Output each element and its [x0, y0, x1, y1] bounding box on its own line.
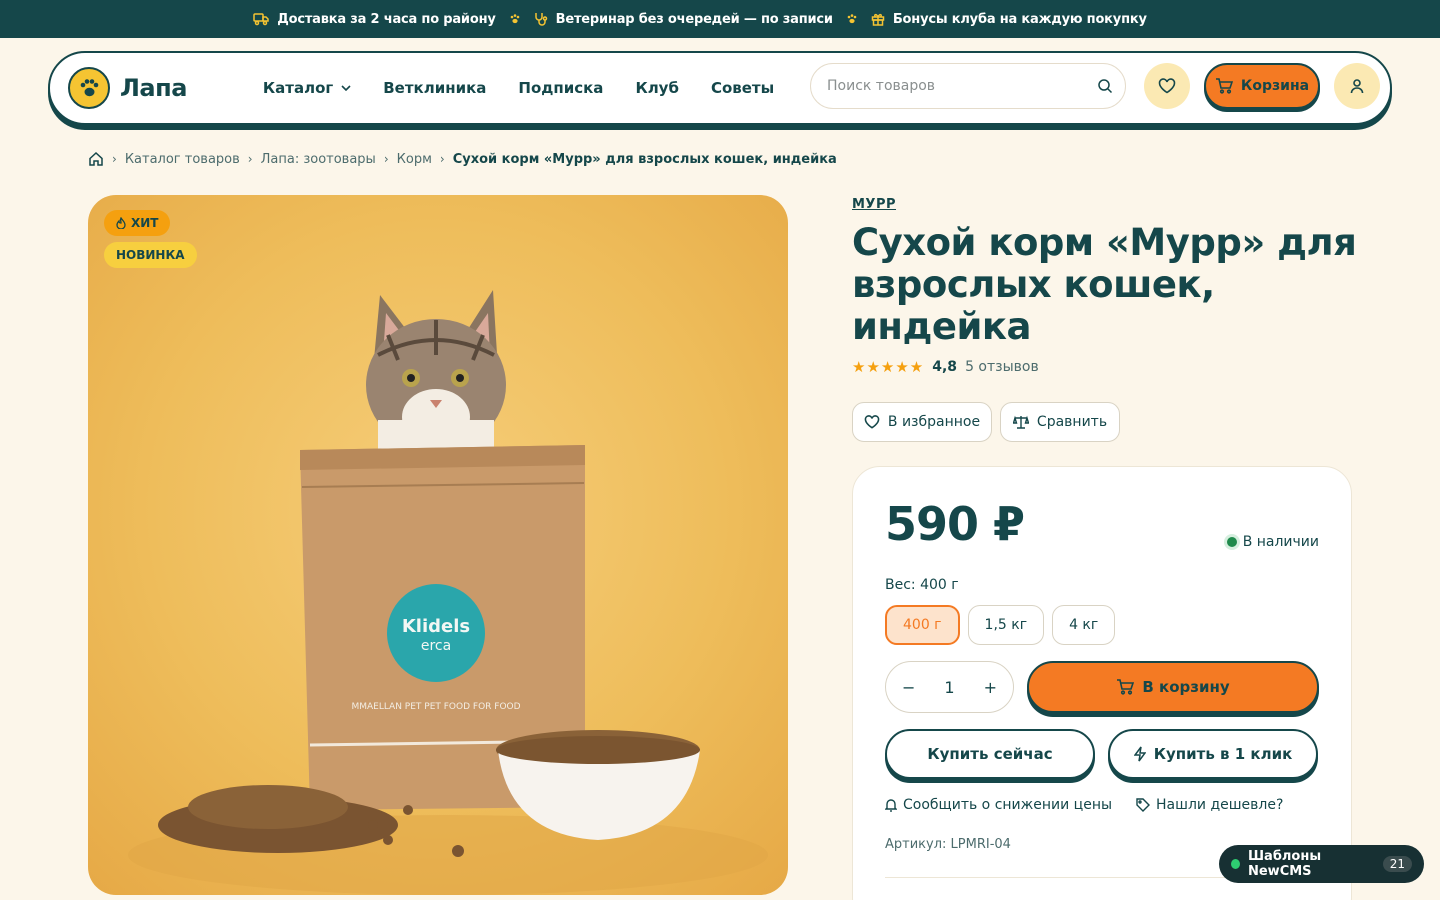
plus-icon[interactable]: + [984, 678, 997, 697]
weight-label: Вес: 400 г [885, 577, 959, 593]
cart-icon [1215, 78, 1233, 94]
chevron-right-icon: › [439, 152, 445, 166]
main-nav: Каталог Ветклиника Подписка Клуб Советы [263, 79, 774, 97]
quantity-value[interactable]: 1 [944, 678, 954, 697]
account-button[interactable] [1334, 63, 1380, 109]
cart-icon [1117, 679, 1135, 695]
gift-icon [871, 13, 885, 26]
paw-logo-icon [68, 67, 110, 109]
quantity-stepper: − 1 + [885, 661, 1014, 713]
favorites-button[interactable] [1144, 63, 1190, 109]
stock-label: В наличии [1242, 534, 1319, 550]
nav-vetclinic[interactable]: Ветклиника [383, 79, 486, 97]
weight-option-400g[interactable]: 400 г [885, 605, 960, 645]
logo[interactable]: Лапа [68, 67, 187, 109]
promo-delivery-text: Доставка за 2 часа по району [277, 11, 496, 27]
widget-label: Шаблоны NewCMS [1247, 849, 1322, 879]
reviews-count[interactable]: 5 отзывов [965, 359, 1039, 375]
chevron-right-icon: › [112, 152, 117, 166]
user-icon [1350, 79, 1364, 94]
svg-text:MMAELLAN PET PET FOOD FOR FOOD: MMAELLAN PET PET FOOD FOR FOOD [351, 702, 520, 712]
nav-subscription[interactable]: Подписка [518, 79, 603, 97]
product-rating[interactable]: ★★★★★ 4,8 5 отзывов [852, 358, 1039, 376]
online-dot-icon [1231, 859, 1240, 869]
heart-icon [864, 415, 880, 429]
promo-bonus-text: Бонусы клуба на каждую покупку [892, 11, 1147, 27]
add-to-wishlist-button[interactable]: В избранное [852, 402, 992, 442]
lightning-icon [1133, 746, 1146, 762]
product-title: Сухой корм «Мурр» для взрослых кошек, ин… [852, 221, 1357, 348]
product-illustration: Klidels erca MMAELLAN PET PET FOOD FOR F… [128, 290, 768, 895]
add-to-cart-label: В корзину [1142, 678, 1230, 696]
product-photo[interactable]: Klidels erca MMAELLAN PET PET FOOD FOR F… [88, 195, 788, 895]
product-price: 590 ₽ [885, 497, 1025, 551]
paw-icon [847, 14, 857, 24]
stethoscope-icon [534, 13, 547, 26]
compare-button[interactable]: Сравнить [1000, 402, 1120, 442]
widget-count: 21 [1382, 856, 1412, 872]
search-input[interactable] [827, 78, 1097, 94]
buy-now-button[interactable]: Купить сейчас [885, 729, 1095, 779]
promo-topbar: Доставка за 2 часа по району Ветеринар б… [0, 0, 1440, 38]
weight-option-4kg[interactable]: 4 кг [1052, 605, 1116, 645]
price-alert-link[interactable]: Сообщить о снижении цены [885, 797, 1112, 813]
weight-options: 400 г 1,5 кг 4 кг [885, 605, 1116, 645]
stock-dot-icon [1226, 537, 1237, 547]
rating-value: 4,8 [932, 359, 958, 375]
logo-text: Лапа [120, 74, 187, 102]
add-to-cart-button[interactable]: В корзину [1027, 661, 1319, 713]
search-box [810, 63, 1126, 109]
wishlist-label: В избранное [887, 414, 981, 430]
brand-link[interactable]: МУРР [852, 197, 896, 212]
cart-label: Корзина [1240, 78, 1310, 94]
breadcrumb: › Каталог товаров › Лапа: зоотовары › Ко… [88, 151, 837, 167]
paw-icon [510, 14, 520, 24]
templates-widget[interactable]: Шаблоны NewCMS 21 [1219, 845, 1424, 883]
stock-status: В наличии [1226, 534, 1319, 550]
rating-stars: ★★★★★ [852, 358, 925, 376]
nav-tips[interactable]: Советы [711, 79, 774, 97]
heart-icon [1158, 78, 1176, 94]
product-sku: Артикул: LPMRI-04 [885, 837, 1011, 852]
site-header: Лапа Каталог Ветклиника Подписка Клуб Со… [48, 51, 1392, 125]
one-click-label: Купить в 1 клик [1153, 745, 1293, 763]
buy-card: 590 ₽ В наличии Вес: 400 г 400 г 1,5 кг … [852, 466, 1352, 900]
scales-icon [1012, 415, 1029, 429]
new-badge: НОВИНКА [104, 242, 197, 268]
chevron-right-icon: › [247, 152, 253, 166]
nav-club[interactable]: Клуб [635, 79, 679, 97]
promo-delivery: Доставка за 2 часа по району [253, 11, 496, 27]
bell-icon [885, 799, 897, 812]
minus-icon[interactable]: − [902, 678, 915, 697]
hit-badge-label: ХИТ [131, 216, 159, 230]
weight-option-1-5kg[interactable]: 1,5 кг [967, 605, 1045, 645]
price-links: Сообщить о снижении цены Нашли дешевле? [885, 797, 1283, 813]
breadcrumb-catalog[interactable]: Каталог товаров [125, 152, 240, 167]
svg-text:erca: erca [421, 638, 451, 654]
hit-badge: ХИТ [104, 210, 171, 236]
price-alert-label: Сообщить о снижении цены [903, 797, 1113, 813]
chevron-right-icon: › [383, 152, 389, 166]
search-icon[interactable] [1097, 78, 1113, 94]
found-cheaper-label: Нашли дешевле? [1156, 797, 1284, 813]
nav-catalog[interactable]: Каталог [263, 79, 351, 97]
breadcrumb-food[interactable]: Корм [397, 152, 432, 167]
promo-vet-text: Ветеринар без очередей — по записи [555, 11, 833, 27]
cart-button[interactable]: Корзина [1204, 63, 1320, 109]
promo-vet: Ветеринар без очередей — по записи [534, 12, 833, 27]
truck-icon [253, 13, 269, 26]
tag-icon [1136, 798, 1151, 812]
nav-catalog-label: Каталог [262, 79, 334, 97]
breadcrumb-current: Сухой корм «Мурр» для взрослых кошек, ин… [452, 151, 837, 167]
svg-text:Klidels: Klidels [402, 616, 470, 637]
chevron-down-icon [341, 85, 351, 91]
fire-icon [116, 217, 126, 229]
breadcrumb-store[interactable]: Лапа: зоотовары [261, 152, 376, 167]
home-icon[interactable] [88, 151, 104, 167]
found-cheaper-link[interactable]: Нашли дешевле? [1136, 797, 1283, 813]
one-click-button[interactable]: Купить в 1 клик [1108, 729, 1318, 779]
compare-label: Сравнить [1036, 414, 1108, 430]
promo-bonus: Бонусы клуба на каждую покупку [871, 12, 1147, 27]
